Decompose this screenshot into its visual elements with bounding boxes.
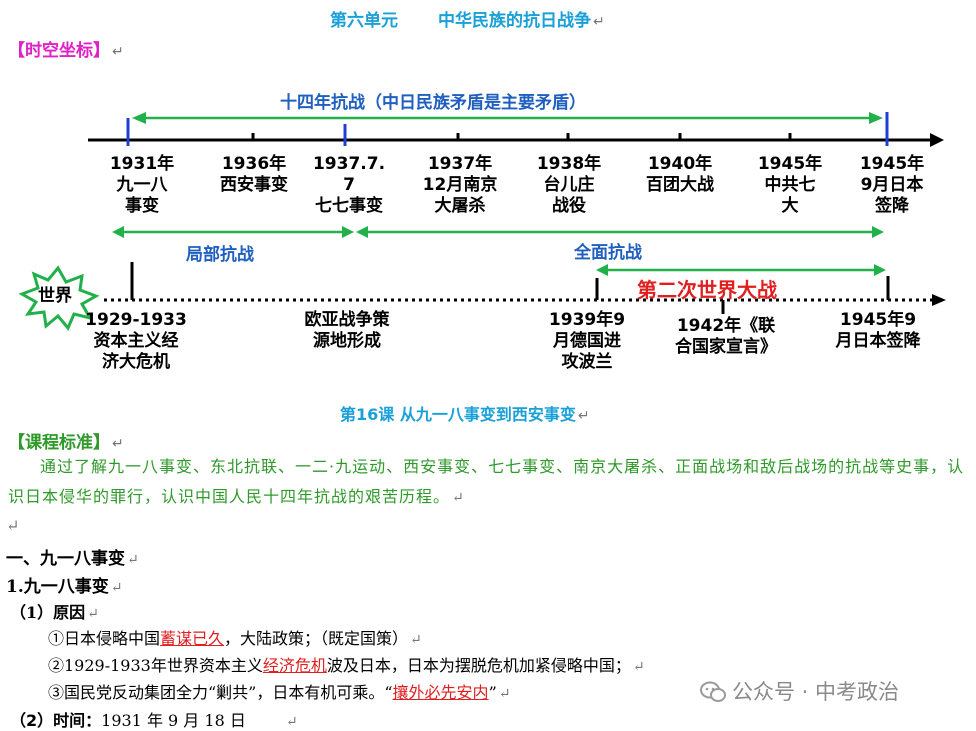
- fourteen-year-arrow-right: [869, 112, 883, 124]
- cause2-key: 经济危机: [262, 656, 327, 675]
- ww2-arrow-right: [874, 264, 886, 276]
- lesson-title-text: 第16课 从九一八事变到西安事变: [340, 405, 576, 424]
- subsection-heading: 1.九一八事变 ↵: [6, 572, 122, 597]
- partial-war-label: 局部抗战: [186, 245, 254, 265]
- cause-item-3: ③国民党反动集团全力“剿共”，日本有机可乘。“攘外必先安内” ↵: [48, 679, 510, 703]
- time-line: （2）时间：1931 年 9 月 18 日 ↵: [10, 707, 298, 731]
- return-mark: ↵: [112, 436, 124, 452]
- event-label-1937-7: 1937.7. 7 七七事变: [312, 154, 386, 216]
- section-heading: 一、九一八事变 ↵: [6, 544, 139, 569]
- standard-tag-text: 【课程标准】: [8, 433, 110, 453]
- standard-tag: 【课程标准】 ↵: [8, 428, 124, 453]
- full-arrow-left: [356, 226, 368, 238]
- event-label-1945-7: 1945年 中共七 大: [757, 154, 823, 216]
- world-event-1942: 1942年《联 合国家宣言》: [675, 316, 777, 357]
- wechat-watermark: 公众号 · 中考政治: [700, 676, 899, 706]
- standard-text: 通过了解九一八事变、东北抗联、一二·九运动、西安事变、七七事变、南京大屠杀、正面…: [8, 457, 965, 506]
- event-label-1937-12: 1937年 12月南京 大屠杀: [422, 154, 498, 216]
- ww2-arrow-left: [596, 264, 608, 276]
- standard-paragraph: 通过了解九一八事变、东北抗联、一二·九运动、西安事变、七七事变、南京大屠杀、正面…: [8, 452, 970, 513]
- return-mark: ↵: [498, 686, 511, 702]
- lesson-title: 第16课 从九一八事变到西安事变 ↵: [340, 401, 590, 425]
- fourteen-year-arrow-left: [132, 112, 146, 124]
- time-value: 1931 年 9 月 18 日: [101, 711, 246, 730]
- world-event-1945: 1945年9 月日本签降: [835, 310, 921, 351]
- watermark-text: 公众号 · 中考政治: [732, 680, 900, 704]
- event-label-1940: 1940年 百团大战: [646, 154, 714, 195]
- return-mark: ↵: [410, 632, 422, 648]
- full-arrow-right: [872, 226, 884, 238]
- main-axis-arrowhead: [930, 133, 944, 147]
- event-label-1931: 1931年 九一八 事变: [109, 154, 175, 216]
- return-mark: ↵: [87, 606, 99, 622]
- subsection-heading-text: 1.九一八事变: [6, 577, 109, 597]
- return-mark: ↵: [285, 714, 298, 730]
- cause3-pre: ③国民党反动集团全力“剿共”，日本有机可乘。“: [48, 683, 393, 702]
- cause1-post: ，大陆政策；（既定国策）: [224, 629, 409, 648]
- cause1-key: 蓄谋已久: [160, 629, 225, 648]
- cause-item-1: ①日本侵略中国蓄谋已久，大陆政策；（既定国策） ↵: [48, 625, 422, 649]
- fourteen-year-label: 十四年抗战（中日民族矛盾是主要矛盾）: [280, 93, 586, 113]
- empty-paragraph-mark: ↵: [6, 516, 20, 535]
- return-mark: ↵: [632, 659, 645, 675]
- event-label-1938: 1938年 台儿庄 战役: [536, 154, 602, 216]
- cause-heading: （1）原因 ↵: [10, 599, 99, 623]
- cause2-post: 波及日本，日本为摆脱危机加紧侵略中国；: [326, 656, 631, 675]
- section-heading-text: 一、九一八事变: [6, 549, 125, 569]
- time-heading: （2）时间：: [10, 711, 102, 730]
- event-label-1945-9: 1945年 9月日本 签降: [859, 154, 925, 216]
- cause-heading-text: （1）原因: [10, 603, 86, 622]
- world-label: 世界: [38, 286, 72, 306]
- world-event-1939: 1939年9 月德国进 攻波兰: [548, 310, 626, 372]
- full-war-label: 全面抗战: [574, 243, 642, 263]
- wechat-icon: [700, 681, 726, 702]
- return-mark: ↵: [110, 580, 123, 596]
- world-event-eurasia: 欧亚战争策 源地形成: [304, 310, 390, 351]
- cause2-pre: ②1929-1933年世界资本主义: [48, 656, 263, 675]
- return-mark: ↵: [577, 408, 590, 424]
- cause3-post: ”: [488, 683, 497, 702]
- world-event-1929: 1929-1933 资本主义经 济大危机: [85, 310, 187, 372]
- cause-item-2: ②1929-1933年世界资本主义经济危机波及日本，日本为摆脱危机加紧侵略中国；…: [48, 652, 645, 676]
- cause1-pre: ①日本侵略中国: [48, 629, 161, 648]
- return-mark: ↵: [452, 490, 465, 506]
- partial-arrow-left: [112, 226, 124, 238]
- world-axis-arrowhead: [932, 294, 946, 306]
- cause3-key: 攘外必先安内: [392, 683, 489, 702]
- return-mark: ↵: [127, 552, 139, 568]
- partial-arrow-right: [342, 226, 354, 238]
- ww2-label: 第二次世界大战: [637, 278, 777, 302]
